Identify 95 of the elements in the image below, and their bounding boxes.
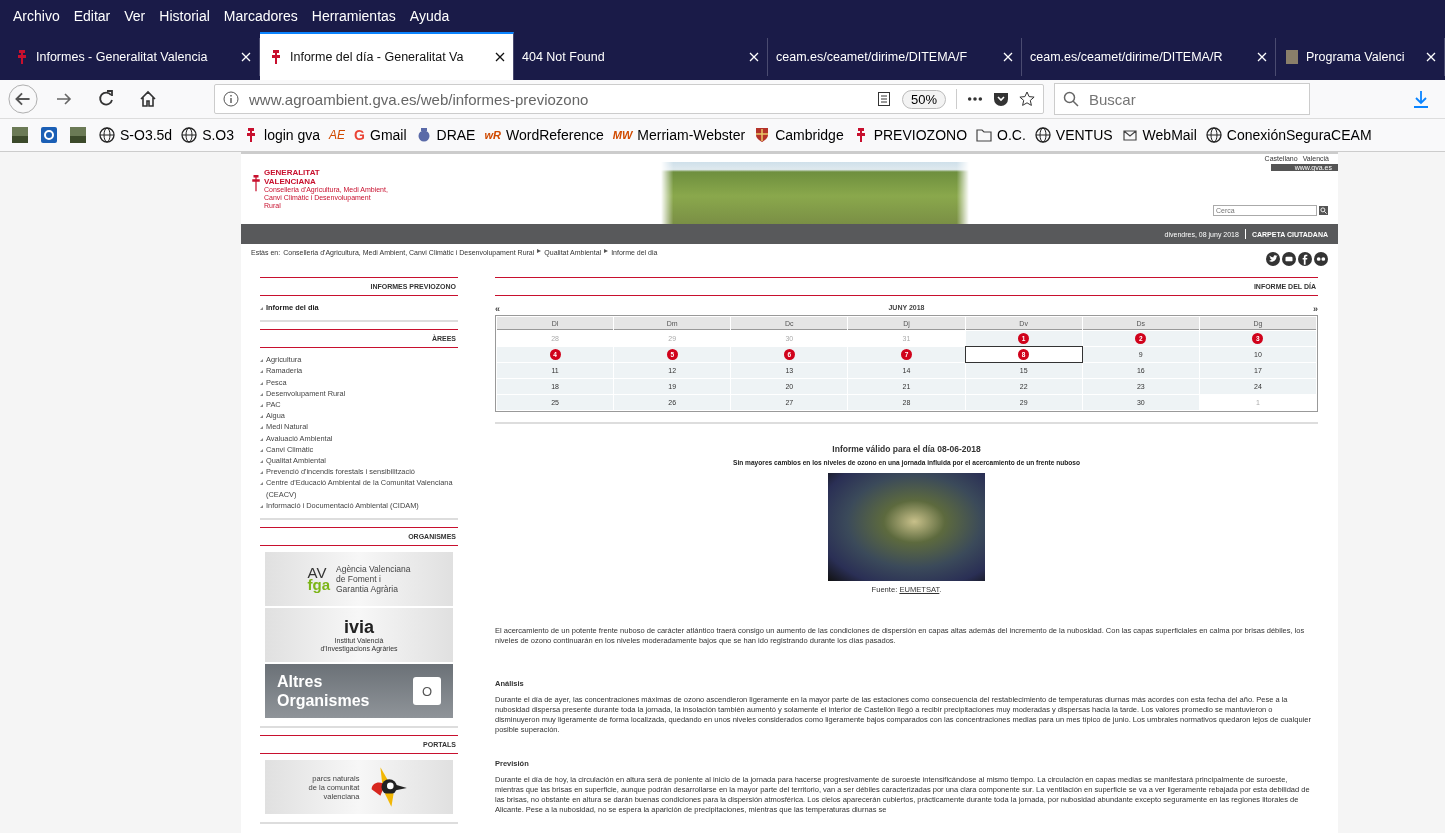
- tab-title: Informes - Generalitat Valencia: [36, 50, 209, 64]
- thumbnail-icon[interactable]: [70, 127, 86, 143]
- bookmark[interactable]: ConexiónSeguraCEAM: [1205, 127, 1372, 143]
- logo-mark: ivia: [344, 617, 374, 636]
- tab-title: Informe del día - Generalitat Va: [290, 50, 465, 64]
- back-icon[interactable]: [8, 84, 38, 114]
- bookmark[interactable]: login gva: [243, 127, 321, 143]
- banner-text: Altres: [277, 672, 324, 692]
- tab-title: ceam.es/ceamet/dirime/DITEMA/R: [1030, 50, 1224, 64]
- bookmark[interactable]: S-O3.5d: [99, 127, 173, 143]
- triangle-bullet-icon: [260, 504, 263, 508]
- triangle-bullet-icon: [260, 448, 263, 452]
- triangle-bullet-icon: [260, 415, 263, 419]
- menu-item[interactable]: Ayuda: [402, 8, 457, 24]
- folder-icon: [976, 127, 993, 143]
- triangle-bullet-icon: [260, 426, 263, 430]
- triangle-icon: [604, 249, 609, 253]
- pocket-icon[interactable]: [993, 91, 1009, 107]
- bookmark[interactable]: S.O3: [181, 127, 235, 143]
- triangle-bullet-icon: [260, 370, 263, 374]
- reader-view-icon[interactable]: [875, 91, 892, 107]
- bookmark[interactable]: G Gmail: [354, 127, 407, 143]
- search-icon: [1063, 91, 1079, 107]
- download-icon[interactable]: [1411, 89, 1431, 109]
- menu-item[interactable]: Ver: [117, 8, 153, 24]
- bookmark[interactable]: MW Merriam-Webster: [612, 127, 746, 143]
- browser-tab[interactable]: Informe del día - Generalitat Va: [260, 32, 514, 80]
- banner-text: Garantia Agrària: [336, 584, 399, 595]
- triangle-bullet-icon: [260, 359, 263, 363]
- banner-text: Organismes: [277, 691, 370, 711]
- page-thumbnail-icon: [1284, 49, 1300, 65]
- triangle-bullet-icon: [260, 381, 263, 385]
- triangle-bullet-icon: [260, 471, 263, 475]
- browser-tab[interactable]: Programa Valenci: [1276, 38, 1445, 76]
- globe-icon: [1205, 127, 1222, 143]
- letter-badge: O: [413, 677, 441, 706]
- menu-item[interactable]: Historial: [152, 8, 217, 24]
- menu-item[interactable]: Archivo: [6, 8, 67, 24]
- twitter-icon[interactable]: [1266, 252, 1280, 266]
- tab-title: Programa Valenci: [1306, 50, 1406, 64]
- triangle-bullet-icon: [260, 437, 263, 441]
- facebook-icon[interactable]: [1298, 252, 1312, 266]
- menu-item[interactable]: Herramientas: [304, 8, 403, 24]
- site-logo-icon: MW: [612, 129, 633, 141]
- star-icon[interactable]: [1019, 91, 1035, 107]
- bookmark[interactable]: DRAE: [415, 127, 476, 143]
- mail-icon: [1121, 127, 1138, 143]
- bookmark-logo[interactable]: AE: [329, 128, 346, 142]
- triangle-bullet-icon: [260, 404, 263, 407]
- logo-text: VALENCIANA: [264, 177, 317, 186]
- globe-icon: [99, 127, 115, 143]
- shield-icon: [754, 127, 771, 143]
- search-icon[interactable]: [1319, 206, 1328, 215]
- globe-icon: [1034, 127, 1051, 143]
- bookmark[interactable]: Cambridge: [754, 127, 844, 143]
- tab-title: ceam.es/ceamet/dirime/DITEMA/F: [776, 50, 968, 64]
- menu-item[interactable]: Editar: [66, 8, 118, 24]
- close-icon[interactable]: [495, 52, 505, 62]
- bookmark[interactable]: wR WordReference: [484, 127, 604, 143]
- triangle-bullet-icon: [260, 392, 263, 396]
- tab-title: 404 Not Found: [522, 50, 606, 64]
- browser-tab[interactable]: ceam.es/ceamet/dirime/DITEMA/F: [768, 38, 1022, 76]
- logo-mark: fga: [307, 579, 330, 592]
- ring-icon[interactable]: [41, 127, 57, 143]
- url-text: www.agroambient.gva.es/web/informes-previozono: [249, 90, 589, 108]
- logo-text: GENERALITAT: [264, 168, 321, 177]
- home-icon[interactable]: [138, 89, 158, 109]
- search-field[interactable]: Buscar: [1054, 83, 1310, 115]
- info-icon[interactable]: [223, 91, 239, 107]
- browser-tab[interactable]: 404 Not Found: [514, 38, 768, 76]
- thumbnail-icon[interactable]: [12, 127, 28, 143]
- bookmark[interactable]: VENTUS: [1034, 127, 1113, 143]
- zoom-level[interactable]: 50%: [901, 89, 946, 109]
- triangle-bullet-icon: [260, 460, 263, 464]
- browser-tab[interactable]: ceam.es/ceamet/dirime/DITEMA/R: [1022, 38, 1276, 76]
- site-logo-icon: G: [354, 127, 365, 143]
- bookmark[interactable]: PREVIOZONO: [852, 127, 968, 143]
- flickr-icon[interactable]: [1314, 252, 1328, 266]
- triangle-bullet-icon: [260, 307, 263, 310]
- youtube-icon[interactable]: [1282, 252, 1296, 266]
- globe-icon: [181, 127, 198, 143]
- previous-month-link[interactable]: «: [495, 304, 500, 314]
- banner-text: Agència Valenciana: [336, 564, 411, 575]
- triangle-icon: [537, 249, 542, 253]
- logo-mark: AV: [307, 567, 327, 580]
- report-title: Informe válido para el día 08-06-2018: [832, 444, 981, 454]
- address-bar[interactable]: www.agroambient.gva.es/web/informes-previozono 50%: [214, 84, 1044, 114]
- next-month-link[interactable]: »: [1312, 304, 1318, 314]
- site-logo-icon: wR: [484, 129, 501, 141]
- banner-text: de Foment i: [336, 574, 382, 585]
- menu-item[interactable]: Marcadores: [216, 8, 305, 24]
- triangle-bullet-icon: [260, 482, 263, 486]
- bookmark[interactable]: WebMail: [1121, 127, 1197, 143]
- bookmark[interactable]: O.C.: [976, 127, 1026, 143]
- other-organisms-banner[interactable]: Altres Organismes O: [265, 664, 453, 719]
